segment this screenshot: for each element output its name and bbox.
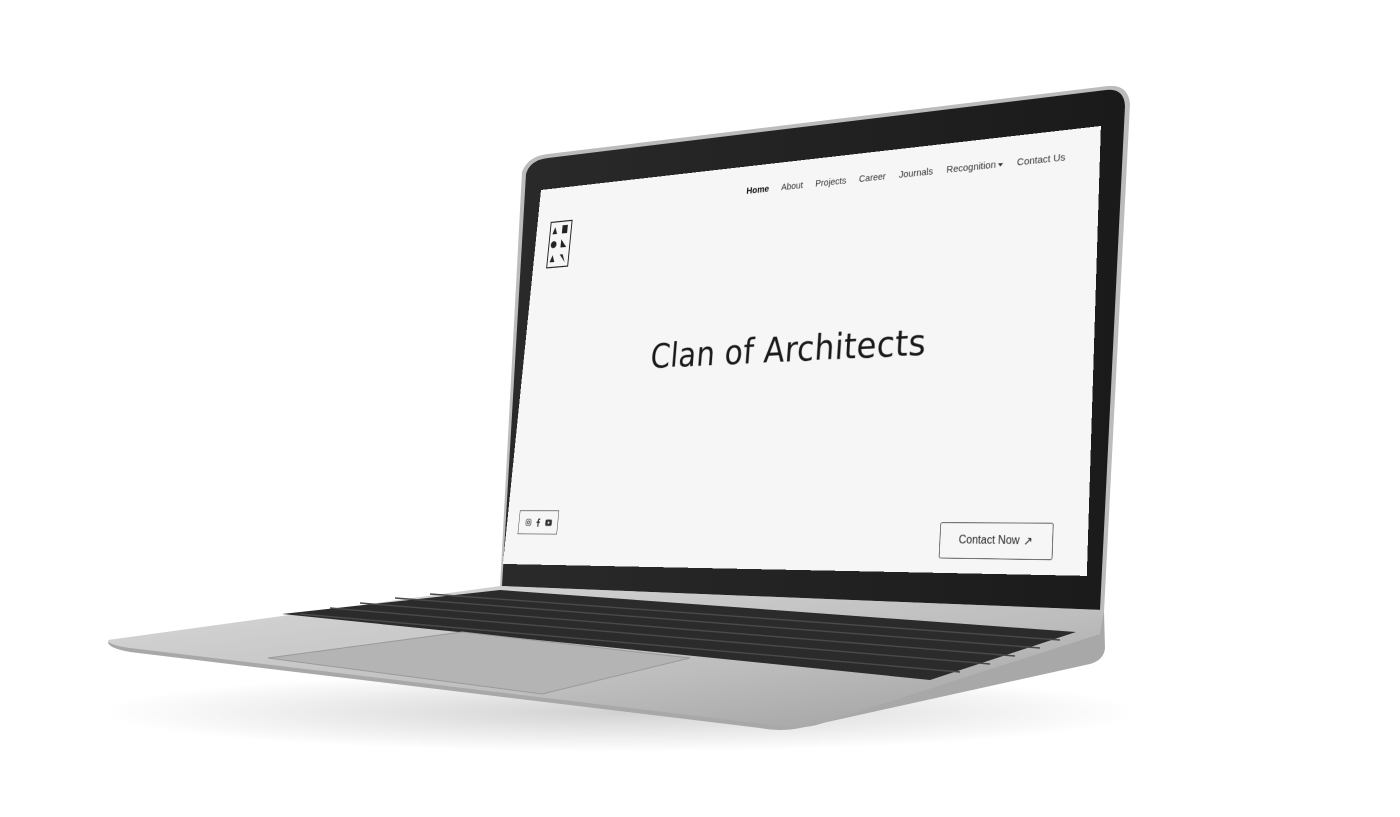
arrow-up-right-icon: ↗ [1023,535,1033,548]
chevron-down-icon [997,162,1003,167]
logo-mark-icon [549,224,568,263]
hero-title: Clan of Architects [648,320,928,377]
screen-display: Home About Projects Career Journals Reco… [502,125,1101,576]
social-links [517,510,560,535]
brand-logo[interactable] [546,219,573,269]
nav-contact-us[interactable]: Contact Us [1017,152,1066,169]
nav-journals[interactable]: Journals [899,166,934,181]
nav-home[interactable]: Home [746,183,769,196]
nav-about[interactable]: About [781,180,804,193]
nav-career[interactable]: Career [859,171,887,185]
laptop-mockup-scene: Home About Projects Career Journals Reco… [0,0,1400,817]
youtube-icon[interactable] [544,517,553,527]
facebook-icon[interactable] [534,517,543,527]
contact-now-button[interactable]: Contact Now ↗ [938,522,1054,561]
nav-recognition[interactable]: Recognition [946,158,1003,176]
contact-now-label: Contact Now [958,533,1020,548]
nav-projects[interactable]: Projects [815,175,847,189]
instagram-icon[interactable] [524,517,533,527]
nav-recognition-label: Recognition [946,159,997,176]
